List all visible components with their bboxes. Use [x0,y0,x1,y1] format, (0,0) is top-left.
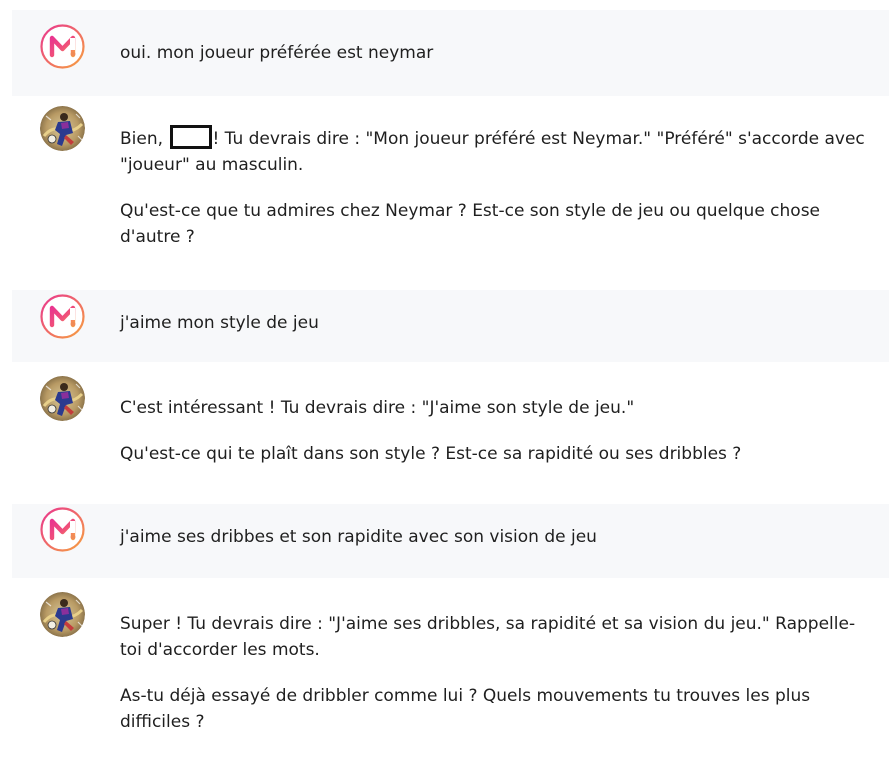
message-assistant: Super ! Tu devrais dire : "J'aime ses dr… [12,578,889,761]
message-text: j'aime ses dribbes et son rapidite avec … [120,524,871,550]
m-logo-icon [40,24,85,69]
soccer-player-avatar-icon [40,106,85,151]
message-fragment: Bien, [120,129,169,149]
message-user: oui. mon joueur préférée est neymar [12,10,889,96]
m-logo-icon [40,294,85,339]
message-text: Super ! Tu devrais dire : "J'aime ses dr… [120,611,871,735]
m-logo-icon [40,507,85,552]
message-assistant: Bien, ! Tu devrais dire : "Mon joueur pr… [12,96,889,290]
message-paragraph: As-tu déjà essayé de dribbler comme lui … [120,686,811,732]
message-paragraph: Super ! Tu devrais dire : "J'aime ses dr… [120,614,856,660]
message-paragraph: j'aime mon style de jeu [120,313,319,333]
message-paragraph: Bien, ! Tu devrais dire : "Mon joueur pr… [120,125,871,178]
soccer-player-avatar-icon [40,592,85,637]
message-paragraph: Qu'est-ce que tu admires chez Neymar ? E… [120,201,821,247]
message-text: oui. mon joueur préférée est neymar [120,40,871,66]
chat-transcript: oui. mon joueur préférée est neymar Bien… [0,0,889,761]
redacted-name-box [170,125,213,149]
soccer-player-avatar-icon [40,376,85,421]
message-text: j'aime mon style de jeu [120,310,871,336]
message-text: C'est intéressant ! Tu devrais dire : "J… [120,395,871,467]
message-paragraph: Qu'est-ce qui te plaît dans son style ? … [120,444,742,464]
message-paragraph: j'aime ses dribbes et son rapidite avec … [120,527,597,547]
message-text: Bien, ! Tu devrais dire : "Mon joueur pr… [120,125,871,250]
message-assistant: C'est intéressant ! Tu devrais dire : "J… [12,362,889,504]
message-user: j'aime mon style de jeu [12,290,889,362]
message-fragment: ! Tu devrais dire : "Mon joueur préféré … [120,129,865,175]
message-paragraph: oui. mon joueur préférée est neymar [120,43,434,63]
message-user: j'aime ses dribbes et son rapidite avec … [12,504,889,578]
message-paragraph: C'est intéressant ! Tu devrais dire : "J… [120,398,635,418]
